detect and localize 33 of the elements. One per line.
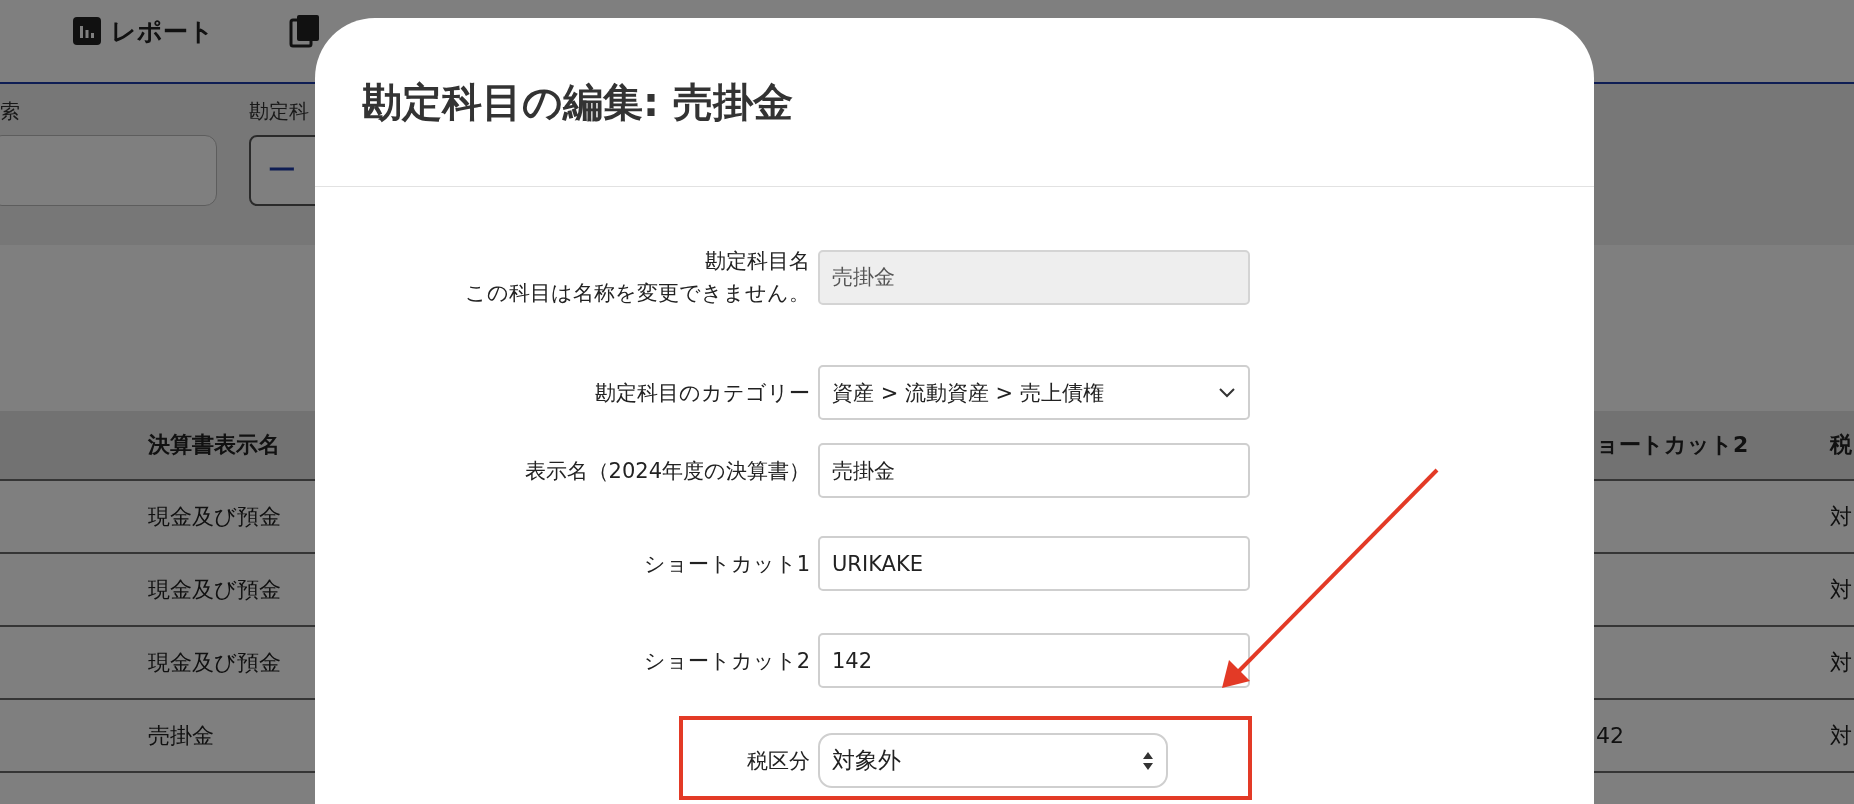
column-header: 税 (1830, 431, 1852, 459)
table-cell-text: 現金及び預金 (148, 575, 281, 604)
field-label: ショートカット2 (643, 647, 810, 675)
filter-label: 勘定科 (249, 98, 309, 125)
column-header: 決算書表示名 (148, 431, 280, 459)
field-label: 税区分 (747, 747, 810, 775)
column-header: ョートカット2 (1596, 431, 1749, 459)
field-label: 表示名（2024年度の決算書） (524, 457, 810, 485)
field-label: 勘定科目のカテゴリー (595, 379, 810, 407)
chevron-down-icon (1218, 386, 1236, 399)
table-cell-text: 対 (1830, 721, 1852, 750)
table-cell-text: 対 (1830, 502, 1852, 531)
filter-label: 索 (0, 98, 20, 125)
input-field[interactable]: 142 (818, 633, 1250, 688)
table-cell-text: 対 (1830, 575, 1852, 604)
select-field[interactable]: 対象外 (818, 733, 1168, 788)
field-label: 勘定科目名 (705, 248, 810, 275)
dialog-title: 勘定科目の編集: 売掛金 (362, 77, 793, 127)
field-note: この科目は名称を変更できません。 (465, 280, 810, 307)
select-field[interactable]: 資産 > 流動資産 > 売上債権 (818, 365, 1250, 420)
input-field[interactable]: 売掛金 (818, 443, 1250, 498)
document-icon (289, 14, 321, 48)
search-field[interactable] (0, 135, 217, 206)
up-down-arrows-icon (1142, 750, 1154, 771)
table-cell-text: 現金及び預金 (148, 648, 281, 677)
table-cell: 42 (1596, 723, 1624, 748)
table-cell-text: 売掛金 (148, 721, 214, 750)
bar-chart-icon (73, 17, 101, 45)
field-label: ショートカット1 (643, 550, 810, 578)
input-field[interactable]: URIKAKE (818, 536, 1250, 591)
table-cell-text: 現金及び預金 (148, 502, 281, 531)
table-cell-text: 対 (1830, 648, 1852, 677)
nav-link[interactable]: レポート (111, 14, 214, 48)
